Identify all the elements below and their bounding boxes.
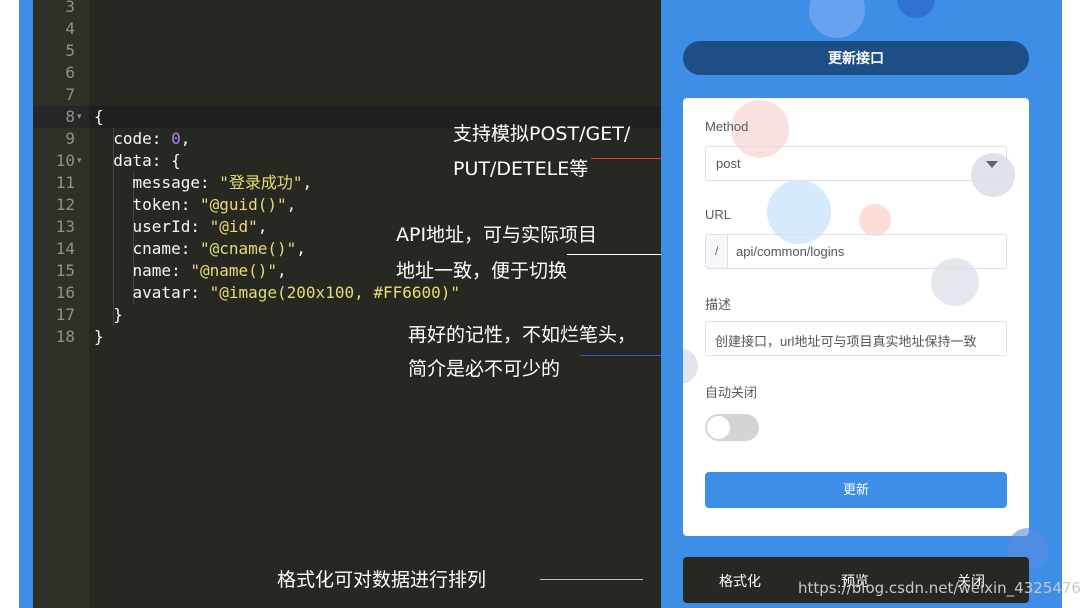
url-annotation-line1: API地址，可与实际项目 (396, 224, 598, 246)
desc-value: 创建接口，url地址可与项目真实地址保持一致 (715, 334, 977, 349)
method-select[interactable]: post (705, 146, 1007, 181)
method-value: post (716, 156, 741, 171)
method-annotation-line1: 支持模拟POST/GET/ (453, 123, 631, 145)
code-line: cname: "@cname()", (94, 239, 306, 258)
code-line: } (94, 305, 123, 324)
fold-arrow-icon[interactable]: ▾ (77, 150, 87, 172)
code-line: code: 0, (94, 129, 191, 148)
format-annotation: 格式化可对数据进行排列 (277, 569, 487, 591)
decor-bubble (897, 0, 935, 18)
desc-annotation-line1: 再好的记性，不如烂笔头， (408, 324, 637, 346)
api-edit-panel: 更新接口 Method post URL / api/common/logins… (661, 0, 1052, 608)
line-number: 17 (55, 305, 75, 324)
line-number: 7 (65, 85, 75, 104)
code-line: name: "@name()", (94, 261, 287, 280)
url-label: URL (705, 207, 732, 222)
line-number: 13 (55, 217, 75, 236)
api-form-card: Method post URL / api/common/logins 描述 创… (683, 98, 1029, 536)
desc-input[interactable]: 创建接口，url地址可与项目真实地址保持一致 (705, 321, 1007, 356)
line-number: 8 (65, 107, 75, 126)
watermark: https://blog.csdn.net/weixin_43254766 (798, 579, 1080, 597)
line-number: 5 (65, 41, 75, 60)
url-prefix: / (706, 235, 728, 268)
line-number: 6 (65, 63, 75, 82)
fold-arrow-icon[interactable]: ▾ (77, 106, 87, 128)
url-value: api/common/logins (736, 244, 845, 259)
code-line: userId: "@id", (94, 217, 268, 236)
toggle-knob (707, 416, 730, 439)
url-input[interactable]: / api/common/logins (705, 234, 1007, 269)
method-label: Method (705, 119, 749, 134)
decor-bubble (859, 204, 891, 236)
update-button[interactable]: 更新 (705, 472, 1007, 508)
panel-title: 更新接口 (683, 41, 1029, 75)
line-number: 12 (55, 195, 75, 214)
line-number: 15 (55, 261, 75, 280)
line-number: 14 (55, 239, 75, 258)
chevron-down-icon (986, 161, 998, 168)
code-editor[interactable]: 3 4 5 6 7 8 9 10 11 12 13 14 15 16 17 18… (33, 0, 661, 608)
line-number: 3 (65, 0, 75, 16)
frame-left (19, 0, 33, 608)
line-number: 11 (55, 173, 75, 192)
code-line: data: { (94, 151, 181, 170)
line-number: 16 (55, 283, 75, 302)
autoclose-label: 自动关闭 (705, 385, 758, 400)
decor-bubble (683, 348, 698, 384)
line-number: 4 (65, 19, 75, 38)
method-annotation-line2: PUT/DETELE等 (453, 158, 589, 180)
url-annotation-line2: 地址一致，便于切换 (396, 260, 568, 282)
code-line: token: "@guid()", (94, 195, 297, 214)
autoclose-toggle[interactable] (705, 414, 759, 441)
desc-label: 描述 (705, 297, 732, 312)
desc-annotation-line2: 简介是必不可少的 (408, 358, 561, 380)
code-line: message: "登录成功", (94, 173, 313, 192)
code-line: } (94, 327, 104, 346)
line-number: 10 (55, 151, 75, 170)
format-button[interactable]: 格式化 (719, 571, 761, 591)
code-line: { (94, 107, 104, 126)
format-annotation-pointer (540, 579, 643, 580)
line-number: 9 (65, 129, 75, 148)
decor-bubble (809, 0, 865, 38)
frame-right (1052, 0, 1062, 608)
line-number: 18 (55, 327, 75, 346)
